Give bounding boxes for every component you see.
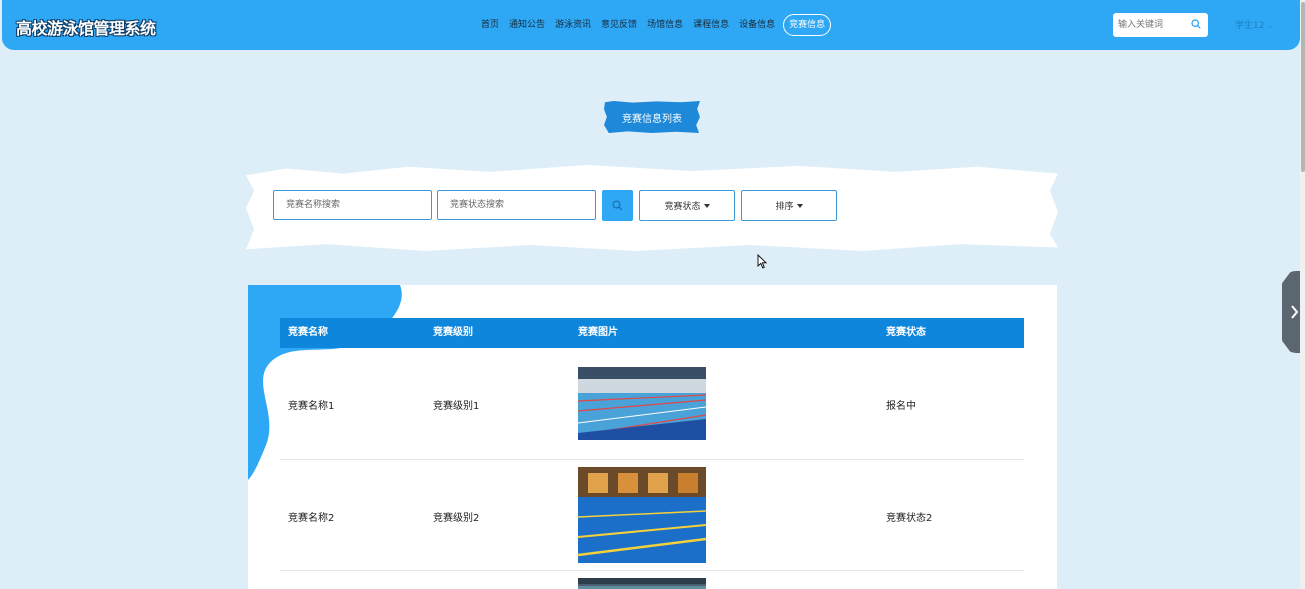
- site-title[interactable]: 高校游泳馆管理系统: [16, 15, 156, 39]
- nav-item-feedback[interactable]: 意见反馈: [596, 14, 642, 36]
- column-header-name: 竞赛名称: [288, 327, 328, 338]
- cell-name: 竞赛名称2: [288, 513, 335, 524]
- cell-status: 竞赛状态2: [886, 513, 933, 524]
- page-title-banner: 竞赛信息列表: [604, 101, 700, 133]
- search-icon[interactable]: [1191, 19, 1201, 29]
- table-header: 竞赛名称 竞赛级别 竞赛图片 竞赛状态: [280, 318, 1024, 348]
- table-row[interactable]: 竞赛名称2 竞赛级别2 竞赛状态2: [280, 460, 1024, 571]
- nav-item-courses[interactable]: 课程信息: [688, 14, 734, 36]
- nav-item-equipment[interactable]: 设备信息: [734, 14, 780, 36]
- table-row[interactable]: 竞赛名称1 竞赛级别1 报名中: [280, 348, 1024, 460]
- competition-image[interactable]: [578, 578, 706, 589]
- competition-name-search-input[interactable]: [273, 190, 432, 220]
- cell-name: 竞赛名称1: [288, 401, 335, 412]
- chevron-down-icon: ⌄: [1267, 22, 1274, 30]
- competition-image[interactable]: [578, 367, 706, 440]
- nav-item-news[interactable]: 游泳资讯: [550, 14, 596, 36]
- pool-image: [578, 578, 706, 589]
- nav-item-home[interactable]: 首页: [476, 14, 504, 36]
- page-title: 竞赛信息列表: [622, 113, 682, 125]
- top-header: 高校游泳馆管理系统 首页 通知公告 游泳资讯 意见反馈 场馆信息 课程信息 设备…: [2, 0, 1300, 50]
- competition-image[interactable]: [578, 467, 706, 563]
- user-menu[interactable]: 学生12 ⌄: [1235, 18, 1273, 31]
- user-name: 学生12: [1235, 21, 1265, 31]
- column-header-level: 竞赛级别: [433, 327, 473, 338]
- status-dropdown-label: 竞赛状态: [664, 202, 701, 212]
- cell-level: 竞赛级别2: [433, 513, 480, 524]
- chevron-right-icon: [1291, 305, 1299, 319]
- table-row[interactable]: [280, 571, 1024, 589]
- cell-level: 竞赛级别1: [433, 401, 480, 412]
- search-button[interactable]: [602, 190, 633, 221]
- sort-dropdown[interactable]: 排序: [741, 190, 837, 221]
- nav-item-competitions[interactable]: 竞赛信息: [783, 14, 832, 36]
- mouse-cursor-icon: [757, 254, 767, 269]
- sort-dropdown-label: 排序: [775, 202, 794, 212]
- search-icon: [612, 200, 623, 211]
- nav-item-venues[interactable]: 场馆信息: [642, 14, 688, 36]
- main-nav: 首页 通知公告 游泳资讯 意见反馈 场馆信息 课程信息 设备信息 竞赛信息: [476, 14, 832, 36]
- pool-image: [578, 467, 706, 563]
- column-header-image: 竞赛图片: [578, 327, 618, 338]
- chevron-down-icon: [796, 203, 803, 208]
- scrollbar-thumb[interactable]: [1301, 2, 1305, 172]
- chevron-down-icon: [703, 203, 710, 208]
- header-search-input[interactable]: [1118, 17, 1186, 33]
- status-dropdown[interactable]: 竞赛状态: [639, 190, 735, 221]
- competition-table-card: 竞赛名称 竞赛级别 竞赛图片 竞赛状态 竞赛名称1 竞赛级别1 报名中 竞赛名称…: [248, 285, 1057, 589]
- nav-item-notices[interactable]: 通知公告: [504, 14, 550, 36]
- competition-status-search-input[interactable]: [437, 190, 596, 220]
- header-search: [1113, 13, 1208, 37]
- pool-image: [578, 367, 706, 440]
- column-header-status: 竞赛状态: [886, 327, 926, 338]
- cell-status: 报名中: [886, 401, 916, 412]
